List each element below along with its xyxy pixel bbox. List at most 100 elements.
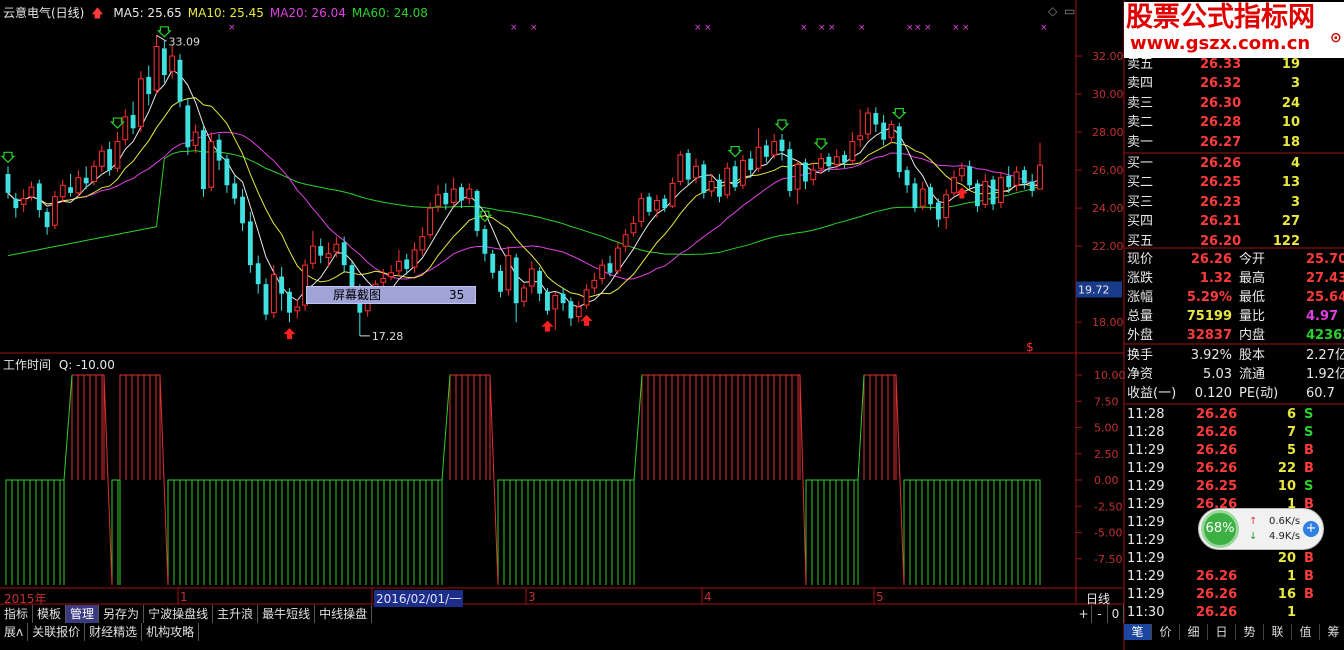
work-time-bar <box>299 479 307 585</box>
toolbar-button[interactable]: 宁波操盘线 <box>144 605 214 623</box>
candle-body <box>68 187 73 193</box>
zoom-button[interactable]: - <box>1092 605 1108 623</box>
buy-arrow-icon <box>283 328 296 340</box>
signal-marker: × <box>818 23 826 33</box>
candle-body <box>411 249 418 268</box>
candle-body <box>419 236 426 251</box>
signal-marker: × <box>510 23 518 33</box>
work-time-bar <box>317 479 325 585</box>
zoom-button[interactable]: 0 <box>1108 605 1124 623</box>
work-time-transition <box>159 374 169 586</box>
order-price: 26.32 <box>1200 76 1242 92</box>
work-time-bar <box>875 374 883 480</box>
candle-body <box>325 253 332 259</box>
candle-body <box>318 246 324 256</box>
detail-tab[interactable]: 价 <box>1152 624 1180 640</box>
work-time-bar <box>35 479 43 585</box>
info-button[interactable]: 机构攻略 <box>142 623 200 641</box>
candle-body <box>997 177 1004 203</box>
sub-y-tick-label: -2.50 <box>1094 500 1122 513</box>
work-time-bar <box>131 374 139 480</box>
detail-tab[interactable]: 细 <box>1180 624 1208 640</box>
toolbar-button[interactable]: 主升浪 <box>213 605 259 623</box>
candle-body <box>130 114 136 129</box>
work-time-bar <box>293 479 301 585</box>
plus-icon[interactable]: + <box>1303 521 1319 537</box>
toolbar-button[interactable]: 管理 <box>66 605 100 623</box>
tick-volume: 7 <box>1286 425 1296 440</box>
candle-body <box>490 253 496 273</box>
order-volume: 27 <box>1281 214 1300 230</box>
info-button[interactable]: 展ʌ <box>0 623 29 641</box>
x-axis-label: 1 <box>180 590 188 604</box>
work-time-bar <box>829 479 837 585</box>
candle-body <box>247 221 253 266</box>
fund-value: 0.120 <box>1194 386 1232 401</box>
order-book-row: 买一 26.26 4 <box>1124 154 1344 173</box>
toolbar-button[interactable]: 中线操盘 <box>315 605 373 623</box>
quote-value: 25.70 <box>1306 252 1344 267</box>
candle-body <box>177 59 183 102</box>
detail-tab[interactable]: 联 <box>1264 624 1292 640</box>
order-book-row: 买二 26.25 13 <box>1124 173 1344 192</box>
work-time-bar <box>527 479 535 585</box>
screenshot-tooltip[interactable]: 屏幕截图 35 <box>306 286 476 304</box>
quote-label: 总量 <box>1127 309 1154 324</box>
info-button[interactable]: 财经精选 <box>85 623 143 641</box>
detail-tab[interactable]: 筹 <box>1320 624 1344 640</box>
sub-y-tick-label: 5.00 <box>1094 422 1119 435</box>
sell-arrow-icon <box>727 145 743 158</box>
work-time-bar <box>671 374 679 480</box>
upload-icon: ↑ <box>1249 516 1258 527</box>
work-time-bar <box>945 479 953 585</box>
tick-price: 26.26 <box>1196 587 1238 602</box>
detail-tab[interactable]: 日 <box>1208 624 1236 640</box>
quote-value: 1.32 <box>1199 271 1232 286</box>
work-time-bar <box>389 479 397 585</box>
toolbar-button[interactable]: 另存为 <box>99 605 145 623</box>
candle-body <box>545 291 550 311</box>
tick-time: 11:28 <box>1127 407 1165 422</box>
diamond-icon[interactable]: ◇ <box>1048 4 1057 18</box>
sub-y-tick-label: -7.50 <box>1094 553 1122 566</box>
work-time-bar <box>921 479 929 585</box>
fund-label: 收益(一) <box>1127 386 1177 401</box>
quote-label: 最低 <box>1239 290 1266 305</box>
toolbar-button[interactable]: 模板 <box>33 605 67 623</box>
candle-body <box>161 48 167 76</box>
toolbar-button[interactable]: 最牛短线 <box>258 605 316 623</box>
indicator-toolbar: 指标 模板 管理 另存为 宁波操盘线 主升浪 最牛短线 中线操盘 <box>0 605 373 623</box>
work-time-bar <box>617 479 625 585</box>
fund-label: 流通 <box>1239 367 1266 382</box>
tick-side: S <box>1304 425 1314 440</box>
tick-row: 11:29 26.26 16 B <box>1124 586 1344 604</box>
detail-tab[interactable]: 笔 <box>1124 624 1152 640</box>
sub-y-tick-label: 0.00 <box>1094 474 1119 487</box>
candle-body <box>842 154 847 163</box>
candle-body <box>958 167 965 177</box>
work-time-bar <box>275 479 283 585</box>
quote-value: 32837 <box>1186 328 1232 343</box>
toolbar-button[interactable]: 指标 <box>0 605 34 623</box>
work-time-bar <box>251 479 259 585</box>
tick-row: 11:28 26.26 6 S <box>1124 406 1344 424</box>
info-button[interactable]: 关联报价 <box>28 623 86 641</box>
restore-icon[interactable]: ▭ <box>1064 4 1075 18</box>
detail-tab[interactable]: 势 <box>1236 624 1264 640</box>
candle-body <box>294 306 301 312</box>
work-time-bar <box>125 374 133 480</box>
network-widget[interactable]: 68% ↑ 0.6K/s ↓ 4.9K/s + <box>1198 508 1324 550</box>
ma60-line <box>7 150 1041 257</box>
tick-volume: 20 <box>1277 551 1296 566</box>
work-time-bar <box>817 479 825 585</box>
candle-body <box>404 259 410 269</box>
work-time-bar <box>383 479 391 585</box>
zoom-button[interactable]: + <box>1076 605 1092 623</box>
fund-label: 换手 <box>1127 348 1154 363</box>
detail-tab[interactable]: 值 <box>1292 624 1320 640</box>
sub-chart-title: 工作时间 <box>3 358 52 372</box>
candle-body <box>443 192 449 205</box>
quote-label: 内盘 <box>1239 328 1266 343</box>
work-time-bar <box>707 374 715 480</box>
work-time-bar <box>203 479 211 585</box>
